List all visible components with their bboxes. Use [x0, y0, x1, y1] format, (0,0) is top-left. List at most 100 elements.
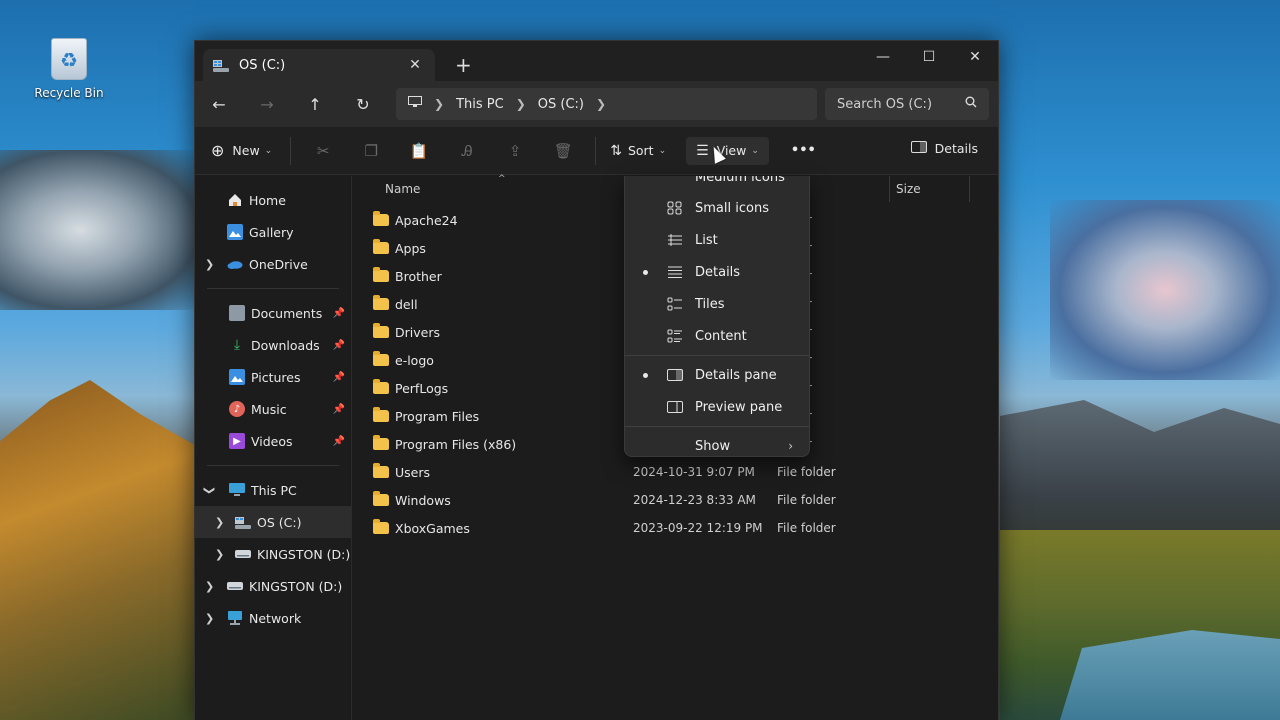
- chevron-right-icon[interactable]: ❯: [215, 516, 224, 529]
- rename-icon[interactable]: Ꭿ: [443, 142, 491, 160]
- sidebar-item-music[interactable]: ♪ Music 📌: [195, 393, 351, 425]
- column-divider[interactable]: [969, 176, 970, 202]
- cut-icon[interactable]: ✂: [299, 142, 347, 160]
- share-icon[interactable]: ⇪: [491, 142, 539, 160]
- sidebar-item-kingston-d-root[interactable]: ❯ KINGSTON (D:): [195, 570, 351, 602]
- breadcrumb-os-c[interactable]: OS (C:): [538, 97, 584, 112]
- sidebar-item-kingston-d[interactable]: ❯ KINGSTON (D:): [195, 538, 351, 570]
- paste-icon[interactable]: 📋: [395, 142, 443, 160]
- drive-icon: [235, 514, 251, 530]
- sidebar-item-pictures[interactable]: Pictures 📌: [195, 361, 351, 393]
- breadcrumb-this-pc[interactable]: This PC: [456, 97, 504, 112]
- chevron-right-icon: ❯: [515, 97, 526, 111]
- divider: [207, 288, 339, 289]
- column-name[interactable]: Name: [385, 182, 420, 196]
- chevron-right-icon[interactable]: ❯: [205, 612, 214, 625]
- search-box[interactable]: Search OS (C:): [825, 88, 989, 120]
- recycle-bin-label: Recycle Bin: [34, 86, 104, 100]
- file-explorer-window: OS (C:) ✕ + — ☐ ✕ ← → ↑ ↻ ❯ This PC ❯ OS…: [194, 40, 999, 720]
- details-pane-button[interactable]: Details: [910, 141, 978, 156]
- menu-item-content[interactable]: Content: [625, 320, 809, 352]
- sort-button[interactable]: ⇅ Sort ⌄: [610, 143, 666, 159]
- sidebar-item-label: KINGSTON (D:): [257, 546, 351, 562]
- chevron-right-icon: ❯: [434, 97, 445, 111]
- view-button[interactable]: ☰ View ⌄: [686, 136, 769, 165]
- sidebar-item-label: Home: [249, 192, 286, 208]
- menu-item-label: Tiles: [695, 296, 725, 312]
- column-size[interactable]: Size: [896, 182, 921, 196]
- wallpaper-clouds-left: [0, 150, 200, 310]
- file-name: XboxGames: [395, 520, 470, 536]
- close-window-button[interactable]: ✕: [952, 41, 998, 73]
- chevron-right-icon[interactable]: ❯: [215, 548, 224, 561]
- table-row[interactable]: Windows 2024-12-23 8:33 AM File folder: [353, 486, 1000, 514]
- details-pane-icon: [910, 141, 927, 156]
- address-bar[interactable]: ❯ This PC ❯ OS (C:) ❯: [396, 88, 817, 120]
- back-button[interactable]: ←: [195, 95, 243, 114]
- date-modified: 2024-10-31 9:07 PM: [633, 465, 755, 479]
- file-type: File folder: [777, 465, 836, 479]
- divider: [595, 136, 597, 165]
- chevron-down-icon: ⌄: [751, 145, 759, 156]
- forward-button[interactable]: →: [243, 95, 291, 114]
- chevron-right-icon[interactable]: ❯: [205, 258, 214, 271]
- chevron-down-icon[interactable]: ❯: [203, 485, 216, 494]
- folder-icon: [373, 379, 389, 394]
- menu-item-show[interactable]: Show ›: [625, 430, 809, 456]
- recycle-bin-shortcut[interactable]: Recycle Bin: [34, 38, 104, 100]
- up-button[interactable]: ↑: [291, 95, 339, 114]
- document-icon: [229, 305, 245, 321]
- tab-title: OS (C:): [239, 57, 286, 73]
- chevron-right-icon[interactable]: ❯: [596, 97, 606, 111]
- file-name: Apps: [395, 240, 426, 256]
- sidebar-item-os-c[interactable]: ❯ OS (C:): [195, 506, 351, 538]
- column-divider[interactable]: [889, 176, 890, 202]
- chevron-right-icon[interactable]: ❯: [205, 580, 214, 593]
- cloud-icon: [227, 256, 243, 272]
- minimize-button[interactable]: —: [860, 41, 906, 73]
- folder-icon: [373, 211, 389, 226]
- pin-icon[interactable]: 📌: [333, 340, 345, 351]
- sidebar-item-home[interactable]: Home: [195, 184, 351, 216]
- pin-icon[interactable]: 📌: [333, 404, 345, 415]
- sidebar-item-documents[interactable]: Documents 📌: [195, 297, 351, 329]
- menu-item-details[interactable]: Details: [625, 256, 809, 288]
- close-tab-icon[interactable]: ✕: [405, 57, 425, 73]
- pin-icon[interactable]: 📌: [333, 436, 345, 447]
- computer-icon: [229, 482, 245, 498]
- usb-drive-icon: [227, 578, 243, 594]
- delete-icon[interactable]: 🗑: [539, 142, 587, 160]
- pin-icon[interactable]: 📌: [333, 372, 345, 383]
- selected-indicator: [643, 269, 648, 275]
- menu-item-tiles[interactable]: Tiles: [625, 288, 809, 320]
- sidebar-item-onedrive[interactable]: ❯ OneDrive: [195, 248, 351, 280]
- refresh-button[interactable]: ↻: [339, 95, 387, 114]
- new-button[interactable]: ⊕ New ⌄: [211, 141, 272, 160]
- sidebar-item-gallery[interactable]: Gallery: [195, 216, 351, 248]
- sidebar-item-videos[interactable]: ▶ Videos 📌: [195, 425, 351, 457]
- menu-item-details-pane[interactable]: Details pane: [625, 359, 809, 391]
- details-icon: [667, 265, 683, 279]
- more-options-button[interactable]: •••: [791, 143, 816, 158]
- details-label: Details: [934, 141, 978, 156]
- menu-item-medium-icons[interactable]: Medium icons: [625, 176, 809, 188]
- menu-item-small-icons[interactable]: Small icons: [625, 192, 809, 224]
- sidebar-item-downloads[interactable]: ⤓ Downloads 📌: [195, 329, 351, 361]
- maximize-button[interactable]: ☐: [906, 41, 952, 73]
- table-row[interactable]: Users 2024-10-31 9:07 PM File folder: [353, 458, 1000, 486]
- picture-icon: [229, 369, 245, 385]
- sidebar-item-network[interactable]: ❯ Network: [195, 602, 351, 634]
- folder-icon: [373, 519, 389, 534]
- new-tab-button[interactable]: +: [455, 53, 472, 77]
- date-modified: 2023-09-22 12:19 PM: [633, 521, 763, 535]
- tab-os-c[interactable]: OS (C:) ✕: [203, 49, 435, 81]
- table-row[interactable]: XboxGames 2023-09-22 12:19 PM File folder: [353, 514, 1000, 542]
- menu-item-list[interactable]: List: [625, 224, 809, 256]
- file-name: e-logo: [395, 352, 434, 368]
- menu-item-preview-pane[interactable]: Preview pane: [625, 391, 809, 423]
- monitor-icon: [408, 96, 422, 112]
- sidebar-item-this-pc[interactable]: ❯ This PC: [195, 474, 351, 506]
- copy-icon[interactable]: ❐: [347, 142, 395, 160]
- tiles-icon: [667, 297, 683, 311]
- pin-icon[interactable]: 📌: [333, 308, 345, 319]
